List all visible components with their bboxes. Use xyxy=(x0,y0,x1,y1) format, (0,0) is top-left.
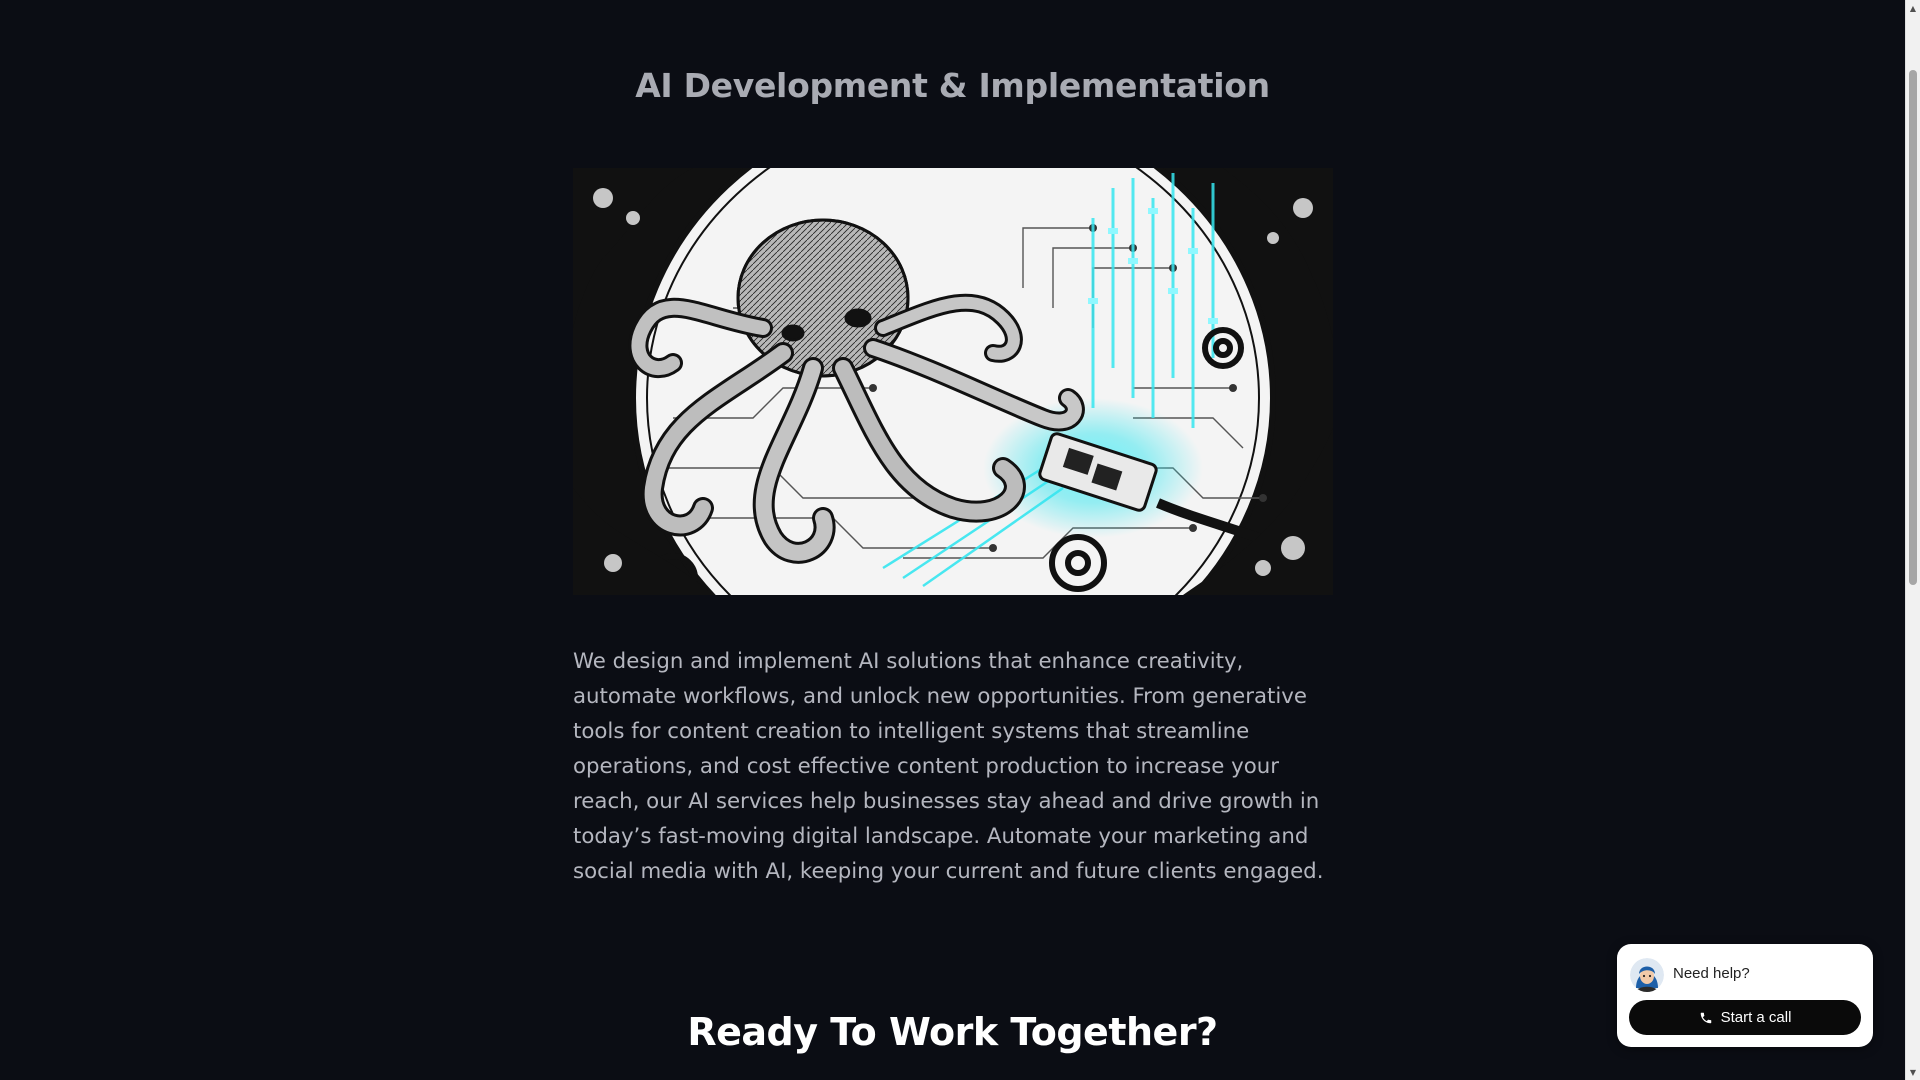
start-call-label: Start a call xyxy=(1720,1009,1792,1026)
hero-image xyxy=(573,168,1333,595)
phone-icon xyxy=(1700,1012,1711,1023)
section-description: We design and implement AI solutions tha… xyxy=(573,649,1324,884)
section-title: AI Development & Implementation xyxy=(635,66,1270,105)
scroll-down-arrow-icon[interactable]: ▼ xyxy=(1906,1064,1920,1080)
help-widget: Need help? Start a call xyxy=(1617,944,1873,1047)
scroll-thumb[interactable] xyxy=(1909,70,1917,585)
page-scrollbar[interactable]: ▲ ▼ xyxy=(1905,0,1920,1080)
start-call-button[interactable]: Start a call xyxy=(1629,1000,1861,1035)
agent-avatar xyxy=(1630,958,1664,992)
page: AI Development & Implementation We desig… xyxy=(0,0,1920,1080)
help-prompt: Need help? xyxy=(1673,965,1750,982)
scroll-up-arrow-icon[interactable]: ▲ xyxy=(1906,0,1920,16)
main-content: AI Development & Implementation We desig… xyxy=(0,0,1905,1080)
